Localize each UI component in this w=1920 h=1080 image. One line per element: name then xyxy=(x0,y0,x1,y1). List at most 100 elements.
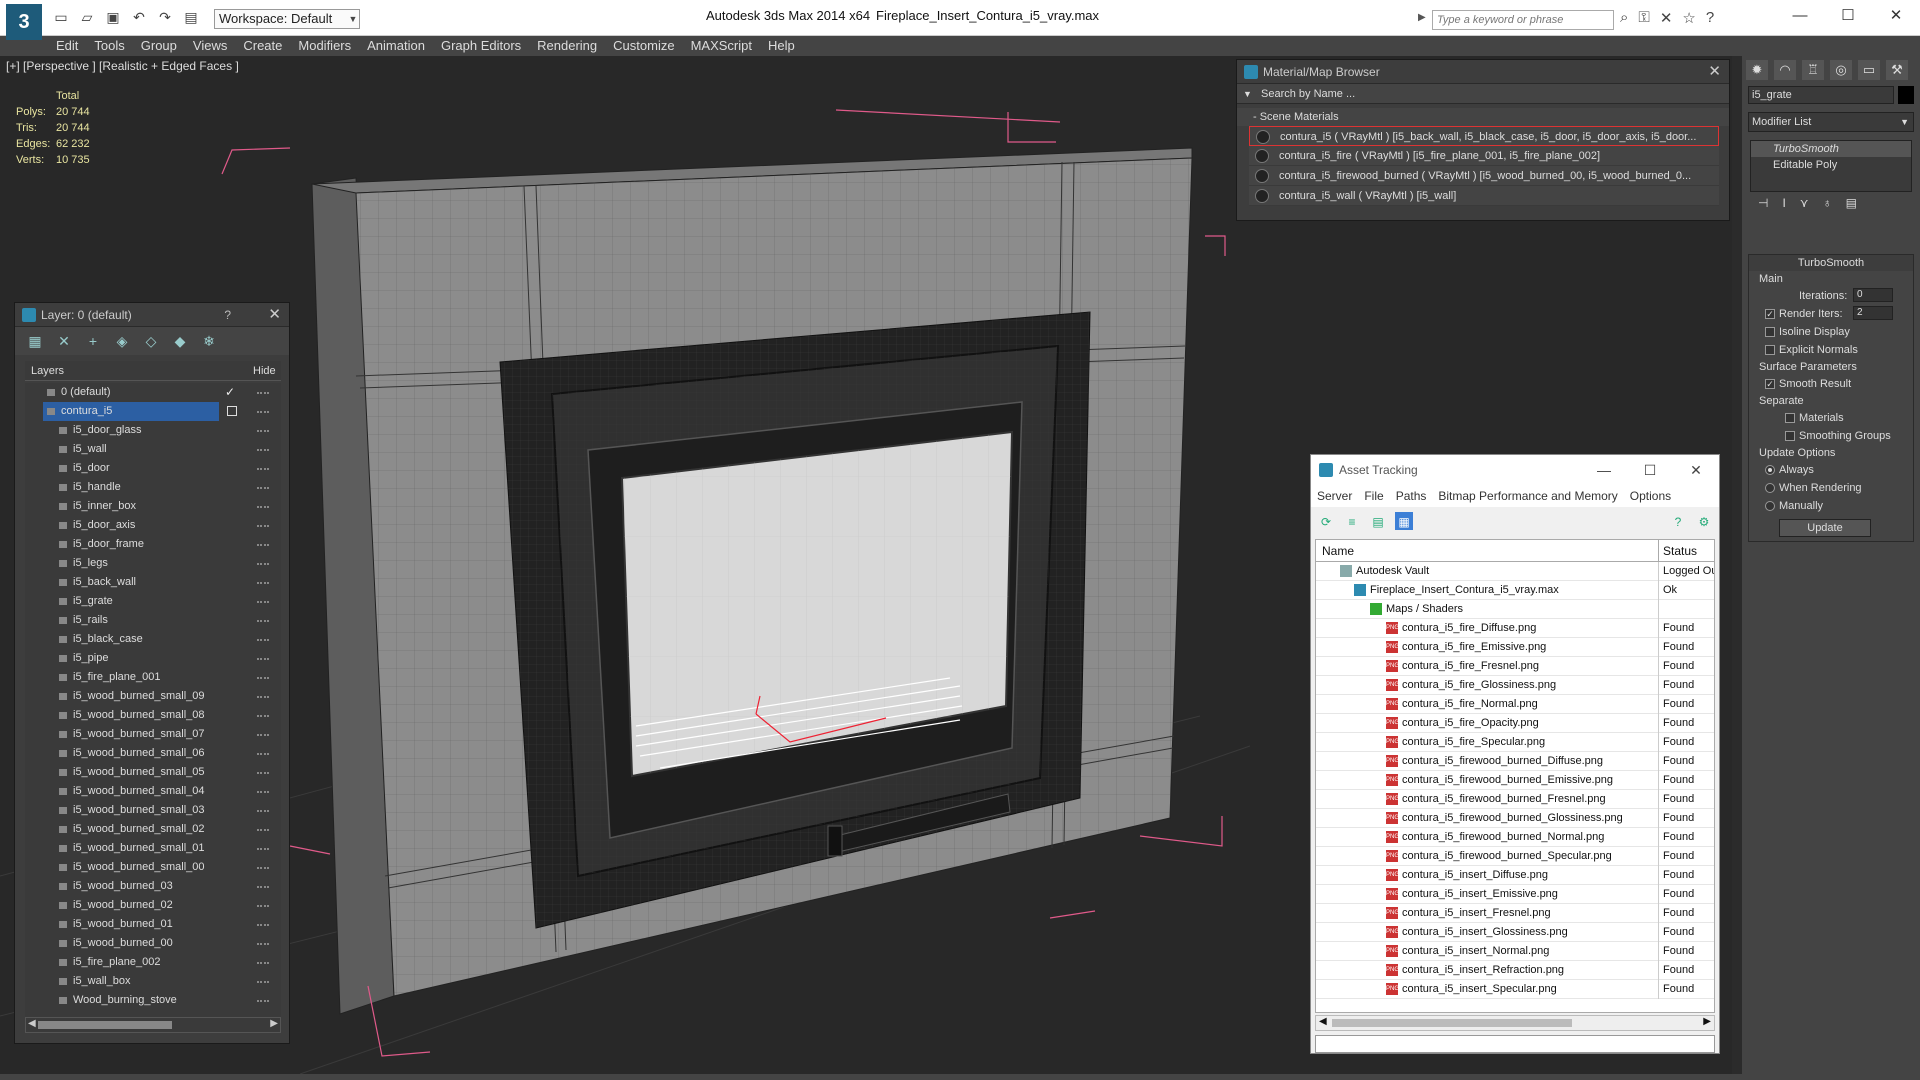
hide-toggle[interactable] xyxy=(257,601,269,603)
maximize-icon[interactable]: ☐ xyxy=(1627,455,1673,485)
layer-object-row[interactable]: i5_wood_burned_00 xyxy=(25,934,281,953)
asset-menu-file[interactable]: File xyxy=(1364,485,1383,507)
help-icon[interactable]: ? xyxy=(1706,9,1714,27)
close-icon[interactable]: ✕ xyxy=(1708,60,1721,84)
minimize-icon[interactable]: — xyxy=(1776,0,1824,32)
make-unique-icon[interactable]: ⋎ xyxy=(1800,196,1809,218)
scroll-right-icon[interactable]: ▶ xyxy=(1703,1016,1711,1027)
keyword-search-input[interactable]: Type a keyword or phrase xyxy=(1432,10,1614,30)
layer-object-row[interactable]: i5_handle xyxy=(25,478,281,497)
undo-icon[interactable]: ↶ xyxy=(130,9,148,26)
layer-object-row[interactable]: i5_wood_burned_03 xyxy=(25,877,281,896)
asset-menu-options[interactable]: Options xyxy=(1630,485,1671,507)
asset-file-row[interactable]: PNG contura_i5_fire_Glossiness.png Found xyxy=(1316,676,1714,695)
table-view-icon[interactable]: ▦ xyxy=(1395,512,1413,530)
asset-file-row[interactable]: PNG contura_i5_insert_Specular.png Found xyxy=(1316,980,1714,999)
menu-rendering[interactable]: Rendering xyxy=(537,36,609,56)
smoothing-groups-checkbox[interactable] xyxy=(1785,431,1795,441)
hide-toggle[interactable] xyxy=(257,677,269,679)
layer-object-row[interactable]: i5_back_wall xyxy=(25,573,281,592)
hide-toggle[interactable] xyxy=(257,468,269,470)
hide-toggle[interactable] xyxy=(257,715,269,717)
viewport-label[interactable]: [+] [Perspective ] [Realistic + Edged Fa… xyxy=(6,59,239,73)
object-color-swatch[interactable] xyxy=(1898,86,1914,104)
layer-object-row[interactable]: i5_wood_burned_small_05 xyxy=(25,763,281,782)
name-column-header[interactable]: Name xyxy=(1322,540,1354,562)
asset-file-row[interactable]: PNG contura_i5_firewood_burned_Diffuse.pn… xyxy=(1316,752,1714,771)
asset-file-row[interactable]: PNG contura_i5_fire_Opacity.png Found xyxy=(1316,714,1714,733)
layer-object-row[interactable]: i5_rails xyxy=(25,611,281,630)
hide-toggle[interactable] xyxy=(257,1000,269,1002)
turbosmooth-rollout-header[interactable]: TurboSmooth xyxy=(1749,255,1913,271)
hide-toggle[interactable] xyxy=(257,525,269,527)
smooth-result-row[interactable]: ✓ Smooth Result xyxy=(1749,375,1913,393)
hide-toggle[interactable] xyxy=(257,981,269,983)
delete-layer-icon[interactable]: ✕ xyxy=(54,332,74,350)
hide-toggle[interactable] xyxy=(257,544,269,546)
help-icon[interactable]: ? xyxy=(1669,512,1687,530)
hide-toggle[interactable] xyxy=(257,772,269,774)
hide-toggle[interactable] xyxy=(257,734,269,736)
object-name-field[interactable]: i5_grate xyxy=(1748,86,1894,104)
project-folder-icon[interactable]: ▤ xyxy=(182,9,200,26)
layer-object-row[interactable]: i5_pipe xyxy=(25,649,281,668)
layer-object-row[interactable]: i5_fire_plane_002 xyxy=(25,953,281,972)
menu-create[interactable]: Create xyxy=(243,36,294,56)
materials-row[interactable]: Materials xyxy=(1749,409,1913,427)
tree-view-icon[interactable]: ▤ xyxy=(1369,512,1387,530)
iterations-spinner[interactable]: 0 xyxy=(1853,288,1893,302)
layer-row-selected[interactable]: contura_i5 xyxy=(25,402,281,421)
menu-views[interactable]: Views xyxy=(193,36,239,56)
menu-animation[interactable]: Animation xyxy=(367,36,437,56)
asset-file-row[interactable]: PNG contura_i5_firewood_burned_Normal.png… xyxy=(1316,828,1714,847)
material-row[interactable]: contura_i5_firewood_burned ( VRayMtl ) [… xyxy=(1249,166,1719,186)
asset-menu-paths[interactable]: Paths xyxy=(1396,485,1427,507)
scroll-left-icon[interactable]: ◀ xyxy=(1319,1016,1327,1027)
new-file-icon[interactable]: ▭ xyxy=(52,9,70,26)
material-row[interactable]: contura_i5 ( VRayMtl ) [i5_back_wall, i5… xyxy=(1249,126,1719,146)
layer-object-row[interactable]: i5_wood_burned_small_04 xyxy=(25,782,281,801)
asset-file-row[interactable]: PNG contura_i5_firewood_burned_Emissive.p… xyxy=(1316,771,1714,790)
asset-horizontal-scrollbar[interactable]: ◀ ▶ xyxy=(1315,1015,1715,1031)
list-view-icon[interactable]: ≡ xyxy=(1343,512,1361,530)
when-rendering-radio[interactable] xyxy=(1765,483,1775,493)
asset-file-row[interactable]: PNG contura_i5_fire_Diffuse.png Found xyxy=(1316,619,1714,638)
status-column-header[interactable]: Status xyxy=(1658,540,1714,562)
asset-file-row[interactable]: PNG contura_i5_insert_Glossiness.png Found xyxy=(1316,923,1714,942)
layer-object-row[interactable]: i5_wall_box xyxy=(25,972,281,991)
layer-object-row[interactable]: i5_legs xyxy=(25,554,281,573)
hide-toggle[interactable] xyxy=(257,411,269,413)
subscription-icon[interactable]: ⚿ xyxy=(1638,9,1649,27)
asset-tracking-titlebar[interactable]: Asset Tracking — ☐ ✕ xyxy=(1311,455,1719,485)
checkmark-icon[interactable]: ✓ xyxy=(225,383,235,402)
remove-modifier-icon[interactable]: ♁ xyxy=(1823,196,1832,218)
layer-object-row[interactable]: i5_wood_burned_small_07 xyxy=(25,725,281,744)
hide-toggle[interactable] xyxy=(257,791,269,793)
settings-icon[interactable]: ⚙ xyxy=(1695,512,1713,530)
asset-file-row[interactable]: PNG contura_i5_insert_Normal.png Found xyxy=(1316,942,1714,961)
menu-tools[interactable]: Tools xyxy=(94,36,136,56)
modifier-list-dropdown[interactable]: Modifier List ▼ xyxy=(1748,112,1914,132)
hide-toggle[interactable] xyxy=(257,658,269,660)
scroll-right-icon[interactable]: ▶ xyxy=(270,1018,278,1029)
layer-object-row[interactable]: i5_door xyxy=(25,459,281,478)
asset-file-row[interactable]: PNG contura_i5_fire_Fresnel.png Found xyxy=(1316,657,1714,676)
hide-toggle[interactable] xyxy=(257,943,269,945)
hide-toggle[interactable] xyxy=(257,487,269,489)
menu-group[interactable]: Group xyxy=(141,36,189,56)
smooth-result-checkbox[interactable]: ✓ xyxy=(1765,379,1775,389)
asset-path-field[interactable] xyxy=(1315,1035,1715,1053)
help-icon[interactable]: ? xyxy=(224,303,231,327)
menu-graph-editors[interactable]: Graph Editors xyxy=(441,36,533,56)
update-button[interactable]: Update xyxy=(1779,519,1871,537)
layer-object-row[interactable]: i5_wood_burned_small_02 xyxy=(25,820,281,839)
material-row[interactable]: contura_i5_wall ( VRayMtl ) [i5_wall] xyxy=(1249,186,1719,206)
close-icon[interactable]: ✕ xyxy=(1673,455,1719,485)
layer-object-row[interactable]: i5_wood_burned_small_00 xyxy=(25,858,281,877)
scroll-thumb[interactable] xyxy=(1332,1019,1572,1027)
open-file-icon[interactable]: ▱ xyxy=(78,9,96,26)
pin-stack-icon[interactable]: ⊣ xyxy=(1758,196,1768,218)
scene-materials-section[interactable]: - Scene Materials xyxy=(1237,108,1729,126)
hide-toggle[interactable] xyxy=(257,924,269,926)
hide-toggle[interactable] xyxy=(257,563,269,565)
